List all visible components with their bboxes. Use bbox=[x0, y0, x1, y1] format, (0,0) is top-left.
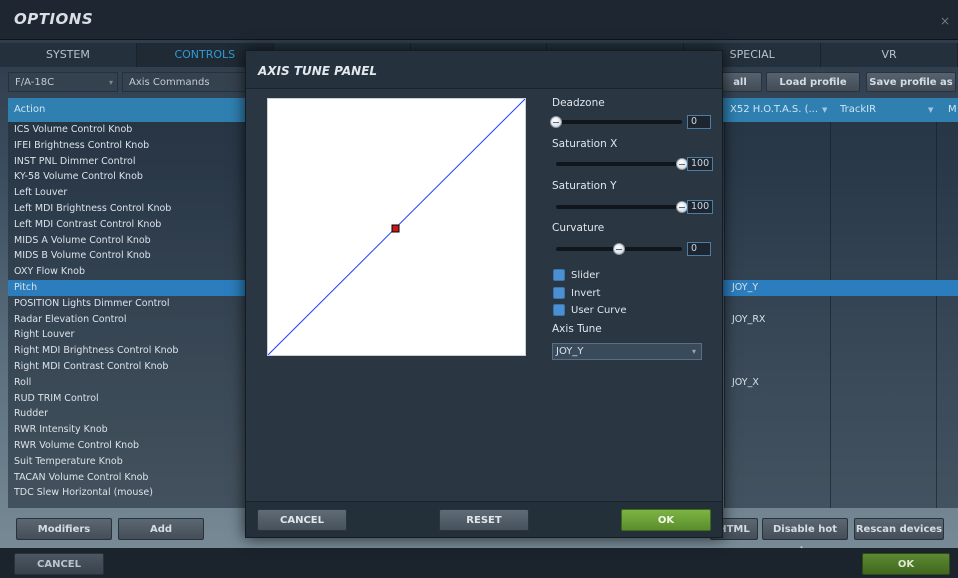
modal-footer: CANCEL RESET OK bbox=[246, 501, 722, 537]
axis-curve-graph bbox=[267, 98, 526, 356]
user-curve-checkbox[interactable] bbox=[553, 304, 565, 316]
save-profile-button[interactable]: Save profile as bbox=[866, 72, 956, 92]
chevron-down-icon: ▼ bbox=[928, 106, 934, 114]
modal-title: AXIS TUNE PANEL bbox=[258, 64, 378, 78]
row-action: Left MDI Contrast Control Knob bbox=[14, 218, 162, 230]
row-action: Right MDI Brightness Control Knob bbox=[14, 345, 179, 357]
row-x52-binding[interactable]: JOY_X bbox=[732, 375, 759, 391]
ok-button[interactable]: OK bbox=[862, 553, 950, 575]
user-curve-checkbox-label: User Curve bbox=[571, 305, 627, 316]
aircraft-select[interactable]: F/A-18C ▾ bbox=[8, 72, 118, 92]
invert-checkbox[interactable] bbox=[553, 287, 565, 299]
category-select-value: Axis Commands bbox=[129, 77, 210, 88]
row-action: POSITION Lights Dimmer Control bbox=[14, 297, 170, 309]
row-action: Pitch bbox=[14, 281, 38, 293]
row-action: INST PNL Dimmer Control bbox=[14, 155, 136, 167]
cancel-button[interactable]: CANCEL bbox=[14, 553, 104, 575]
slider-checkbox-label: Slider bbox=[571, 270, 600, 281]
category-select[interactable]: Axis Commands bbox=[122, 72, 252, 92]
modal-ok-button[interactable]: OK bbox=[621, 509, 711, 531]
chevron-down-icon: ▾ bbox=[108, 78, 113, 87]
header-device3[interactable]: M bbox=[948, 98, 957, 122]
tab-vr[interactable]: VR bbox=[821, 43, 958, 67]
footer-bar: CANCEL OK bbox=[0, 548, 958, 578]
curve-svg bbox=[267, 98, 526, 356]
tab-system[interactable]: SYSTEM bbox=[0, 43, 137, 67]
modal-title-bar: AXIS TUNE PANEL bbox=[246, 51, 722, 89]
rescan-devices-button[interactable]: Rescan devices bbox=[854, 518, 944, 540]
row-action: MIDS A Volume Control Knob bbox=[14, 234, 151, 246]
row-action: TDC Slew Horizontal (mouse) bbox=[14, 487, 153, 499]
axis-tune-panel: AXIS TUNE PANEL Deadzone 0 Saturation X … bbox=[245, 50, 723, 538]
row-action: ICS Volume Control Knob bbox=[14, 124, 133, 135]
curvature-slider-knob[interactable] bbox=[613, 243, 625, 255]
axis-position-marker bbox=[391, 224, 400, 233]
chevron-down-icon: ▼ bbox=[822, 106, 828, 114]
saturation-y-field[interactable]: 100 bbox=[687, 200, 713, 214]
saturation-y-slider[interactable] bbox=[556, 205, 682, 209]
row-action: RUD TRIM Control bbox=[14, 392, 99, 404]
modifiers-button[interactable]: Modifiers bbox=[16, 518, 112, 540]
row-action: Rudder bbox=[14, 408, 49, 420]
row-action: RWR Intensity Knob bbox=[14, 424, 108, 436]
curvature-label: Curvature bbox=[552, 222, 605, 234]
chevron-down-icon: ▾ bbox=[691, 347, 696, 356]
row-action: KY-58 Volume Control Knob bbox=[14, 171, 143, 183]
header-trackir[interactable]: TrackIR bbox=[840, 98, 876, 122]
saturation-x-label: Saturation X bbox=[552, 138, 618, 150]
axis-tune-select[interactable]: JOY_Y ▾ bbox=[552, 343, 702, 360]
deadzone-field[interactable]: 0 bbox=[687, 115, 711, 129]
aircraft-select-value: F/A-18C bbox=[15, 77, 55, 88]
row-action: MIDS B Volume Control Knob bbox=[14, 250, 151, 262]
close-icon[interactable]: × bbox=[940, 14, 950, 28]
saturation-x-slider[interactable] bbox=[556, 162, 682, 166]
row-action: Suit Temperature Knob bbox=[14, 455, 123, 467]
axis-tune-select-value: JOY_Y bbox=[556, 346, 584, 357]
title-bar: OPTIONS × bbox=[0, 0, 958, 40]
row-action: OXY Flow Knob bbox=[14, 266, 85, 278]
modal-reset-button[interactable]: RESET bbox=[439, 509, 529, 531]
add-button[interactable]: Add bbox=[118, 518, 204, 540]
invert-checkbox-label: Invert bbox=[571, 288, 601, 299]
curvature-field[interactable]: 0 bbox=[687, 242, 711, 256]
header-x52[interactable]: X52 H.O.T.A.S. (... bbox=[730, 98, 818, 122]
deadzone-label: Deadzone bbox=[552, 97, 605, 109]
row-x52-binding[interactable]: JOY_Y bbox=[732, 280, 758, 296]
clear-all-button[interactable]: all bbox=[718, 72, 762, 92]
saturation-x-field[interactable]: 100 bbox=[687, 157, 713, 171]
row-action: Radar Elevation Control bbox=[14, 313, 127, 325]
row-action: Right Louver bbox=[14, 329, 75, 341]
load-profile-button[interactable]: Load profile bbox=[766, 72, 860, 92]
header-action[interactable]: Action bbox=[14, 98, 45, 122]
slider-checkbox[interactable] bbox=[553, 269, 565, 281]
row-action: RWR Volume Control Knob bbox=[14, 439, 140, 451]
modal-cancel-button[interactable]: CANCEL bbox=[257, 509, 347, 531]
disable-hot-plug-button[interactable]: Disable hot plug bbox=[762, 518, 848, 557]
row-action: IFEI Brightness Control Knob bbox=[14, 139, 150, 151]
deadzone-slider-knob[interactable] bbox=[550, 116, 562, 128]
window-title: OPTIONS bbox=[14, 10, 94, 28]
row-action: Left Louver bbox=[14, 187, 68, 199]
row-action: Roll bbox=[14, 376, 32, 388]
saturation-y-label: Saturation Y bbox=[552, 180, 617, 192]
row-action: Right MDI Contrast Control Knob bbox=[14, 360, 169, 372]
row-action: Left MDI Brightness Control Knob bbox=[14, 202, 172, 214]
row-action: TACAN Volume Control Knob bbox=[14, 471, 149, 483]
row-x52-binding[interactable]: JOY_RX bbox=[732, 312, 765, 328]
deadzone-slider[interactable] bbox=[556, 120, 682, 124]
axis-tune-label: Axis Tune bbox=[552, 323, 602, 335]
